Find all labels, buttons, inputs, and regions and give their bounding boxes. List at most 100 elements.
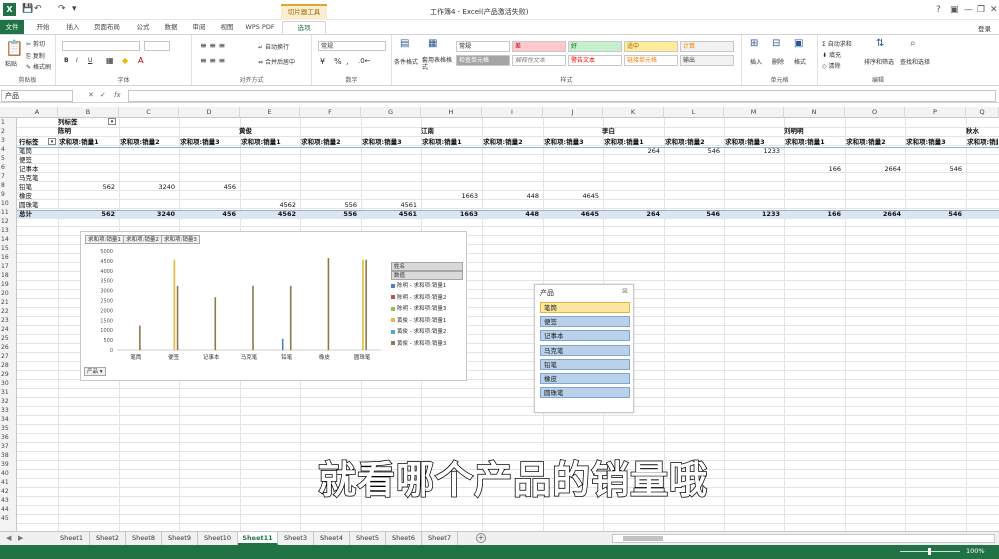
- legend-field-button-values[interactable]: 数值: [391, 271, 463, 280]
- font-name-select[interactable]: [62, 41, 140, 51]
- row-header-17[interactable]: 17: [0, 262, 17, 271]
- row-header-10[interactable]: 10: [0, 199, 17, 208]
- row-header-38[interactable]: 38: [0, 451, 17, 460]
- wrap-text-button[interactable]: ↵ 自动换行: [258, 42, 289, 51]
- delete-cells-icon[interactable]: ⊟: [772, 38, 780, 49]
- row-header-28[interactable]: 28: [0, 361, 17, 370]
- sort-filter-icon[interactable]: ⇅: [876, 38, 884, 49]
- slicer-item-4[interactable]: 铅笔: [540, 358, 630, 370]
- slicer-item-1[interactable]: 便签: [540, 316, 630, 328]
- style-explanatory[interactable]: 解释性文本: [512, 55, 566, 66]
- tab-options[interactable]: 选项: [282, 21, 326, 34]
- row-header-32[interactable]: 32: [0, 397, 17, 406]
- row-header-33[interactable]: 33: [0, 406, 17, 415]
- row-header-42[interactable]: 42: [0, 487, 17, 496]
- row-header-7[interactable]: 7: [0, 172, 17, 181]
- slicer-item-0[interactable]: 笔筒: [540, 302, 630, 313]
- qat-more-icon[interactable]: ▾: [72, 4, 77, 14]
- style-linked-cell[interactable]: 链接单元格: [624, 55, 678, 66]
- pivot-chart[interactable]: 求和项:销量1 求和项:销量2 求和项:销量3 5000 4500 4000 3500…: [80, 231, 467, 381]
- column-header-O[interactable]: O: [845, 107, 905, 118]
- tab-wps-pdf[interactable]: WPS PDF: [244, 21, 276, 34]
- sheet-tab-sheet2[interactable]: Sheet2: [90, 532, 126, 545]
- row-header-3[interactable]: 3: [0, 136, 17, 145]
- sheet-tab-sheet3[interactable]: Sheet3: [278, 532, 314, 545]
- style-neutral[interactable]: 适中: [624, 41, 678, 52]
- copy-button[interactable]: ⎘ 复制: [26, 51, 45, 61]
- tab-view[interactable]: 视图: [214, 21, 240, 34]
- row-header-6[interactable]: 6: [0, 163, 17, 172]
- column-header-M[interactable]: M: [724, 107, 784, 118]
- minimize-icon[interactable]: —: [964, 5, 973, 15]
- login-link[interactable]: 登录: [978, 23, 991, 33]
- tab-page-layout[interactable]: 页面布局: [90, 21, 124, 34]
- style-normal[interactable]: 常规: [456, 41, 510, 52]
- name-box[interactable]: 产品: [1, 90, 73, 102]
- row-header-40[interactable]: 40: [0, 469, 17, 478]
- add-sheet-icon[interactable]: +: [476, 533, 486, 543]
- row-header-13[interactable]: 13: [0, 226, 17, 235]
- align-left-icon[interactable]: ≡ ≡ ≡: [200, 56, 225, 65]
- slicer-item-6[interactable]: 圆珠笔: [540, 387, 630, 399]
- row-header-12[interactable]: 12: [0, 217, 17, 226]
- border-icon[interactable]: ▦: [106, 56, 114, 65]
- column-header-Q[interactable]: Q: [966, 107, 999, 118]
- underline-button[interactable]: U: [88, 57, 92, 64]
- find-select-button[interactable]: 查找和选择: [900, 57, 930, 66]
- row-header-21[interactable]: 21: [0, 298, 17, 307]
- column-header-G[interactable]: G: [361, 107, 421, 118]
- insert-function-icon[interactable]: fx: [114, 91, 121, 99]
- column-header-K[interactable]: K: [603, 107, 664, 118]
- style-output[interactable]: 输出: [680, 55, 734, 66]
- row-header-11[interactable]: 11: [0, 208, 17, 217]
- column-header-L[interactable]: L: [664, 107, 724, 118]
- format-cells-button[interactable]: 格式: [794, 57, 806, 66]
- font-size-select[interactable]: [144, 41, 170, 51]
- column-header-P[interactable]: P: [905, 107, 966, 118]
- row-header-34[interactable]: 34: [0, 415, 17, 424]
- row-header-45[interactable]: 45: [0, 514, 17, 523]
- row-header-15[interactable]: 15: [0, 244, 17, 253]
- fill-color-icon[interactable]: ◆: [122, 56, 128, 65]
- number-format-select[interactable]: 常规: [318, 41, 386, 51]
- autosum-button[interactable]: Σ 自动求和: [822, 39, 852, 48]
- row-header-26[interactable]: 26: [0, 343, 17, 352]
- row-header-29[interactable]: 29: [0, 370, 17, 379]
- table-format-button[interactable]: 套用表格格式: [422, 57, 452, 71]
- sheet-tab-sheet10[interactable]: Sheet10: [198, 532, 238, 545]
- prev-sheet-icon[interactable]: ◀: [6, 534, 11, 542]
- increase-decimal-icon[interactable]: .0←: [358, 57, 371, 65]
- row-header-27[interactable]: 27: [0, 352, 17, 361]
- row-header-25[interactable]: 25: [0, 334, 17, 343]
- chart-value-button-2[interactable]: 求和项:销量2: [123, 235, 162, 244]
- paste-button[interactable]: 粘贴: [5, 59, 17, 68]
- slicer-item-2[interactable]: 记事本: [540, 330, 630, 342]
- tab-insert[interactable]: 插入: [60, 21, 86, 34]
- sheet-tab-sheet5[interactable]: Sheet5: [350, 532, 386, 545]
- conditional-format-icon[interactable]: ▤: [400, 38, 409, 49]
- row-header-41[interactable]: 41: [0, 478, 17, 487]
- row-header-9[interactable]: 9: [0, 190, 17, 199]
- column-header-N[interactable]: N: [784, 107, 845, 118]
- horizontal-scrollbar[interactable]: [612, 534, 995, 543]
- column-header-H[interactable]: H: [421, 107, 482, 118]
- slicer-item-3[interactable]: 马克笔: [540, 344, 630, 356]
- row-header-18[interactable]: 18: [0, 271, 17, 280]
- cancel-icon[interactable]: ✕: [88, 91, 94, 99]
- clear-button[interactable]: ◇ 清除: [822, 61, 841, 70]
- sheet-tab-sheet7[interactable]: Sheet7: [422, 532, 458, 545]
- row-header-31[interactable]: 31: [0, 388, 17, 397]
- sheet-tab-sheet6[interactable]: Sheet6: [386, 532, 422, 545]
- zoom-level[interactable]: 100%: [966, 547, 985, 555]
- tab-review[interactable]: 审阅: [186, 21, 212, 34]
- tab-file[interactable]: 文件: [0, 20, 24, 34]
- row-header-4[interactable]: 4: [0, 145, 17, 154]
- column-header-C[interactable]: C: [119, 107, 179, 118]
- style-check-cell[interactable]: 检查单元格: [456, 55, 510, 66]
- percent-button[interactable]: %: [334, 57, 342, 66]
- row-header-2[interactable]: 2: [0, 127, 17, 136]
- row-header-16[interactable]: 16: [0, 253, 17, 262]
- font-color-icon[interactable]: A: [138, 56, 143, 65]
- row-label-filter[interactable]: ▾: [46, 137, 56, 146]
- style-warning[interactable]: 警告文本: [568, 55, 622, 66]
